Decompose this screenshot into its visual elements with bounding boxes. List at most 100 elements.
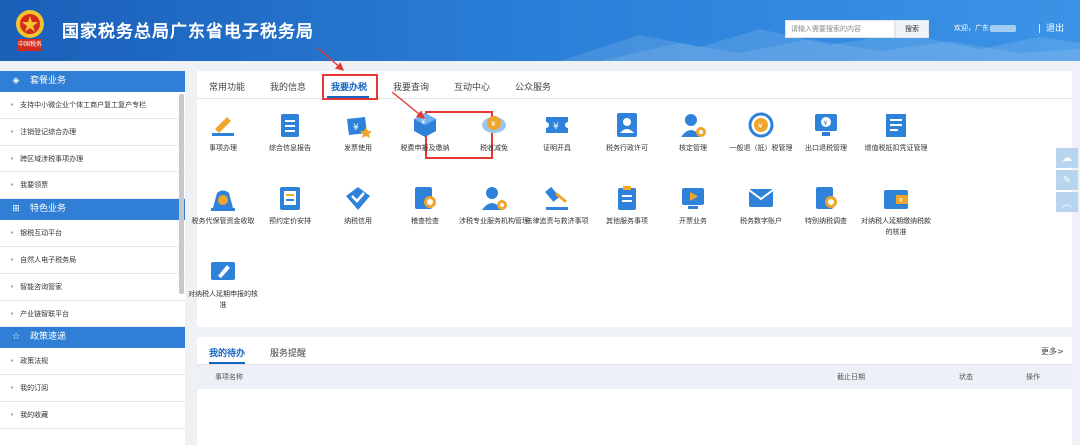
- service-label: 纳税信用: [344, 217, 372, 225]
- svg-text:¥: ¥: [553, 122, 559, 132]
- cube-yuan-icon: ¥: [414, 113, 436, 137]
- service-tile[interactable]: 核定管理: [658, 111, 728, 154]
- sidebar-item[interactable]: • 自然人电子税务局: [0, 247, 185, 274]
- sidebar-item[interactable]: • 我的订阅: [0, 375, 185, 402]
- top-header: 中国税务 国家税务总局广东省电子税务局 请输入需要搜索的内容 搜索 欢迎，广东 …: [0, 0, 1080, 61]
- clipboard-icon: [618, 186, 636, 210]
- service-tile[interactable]: 对纳税人延期申报的核准: [188, 257, 258, 311]
- service-tile[interactable]: 税务代保管资金收取: [188, 184, 258, 227]
- service-tile[interactable]: 预约定价安排: [255, 184, 325, 227]
- service-tile[interactable]: ¥ 对纳税人延期缴纳税款的核准: [861, 184, 931, 238]
- sidebar-item[interactable]: • 跨区域涉税事项办理: [0, 146, 185, 173]
- gavel-icon: [545, 186, 568, 210]
- service-label: 法律追责与救济事项: [525, 217, 589, 225]
- edit-icon[interactable]: ✎: [1056, 170, 1078, 190]
- service-label: 税收减免: [480, 144, 508, 152]
- sidebar-item-label: 政策法规: [20, 357, 49, 366]
- service-tile[interactable]: 稽查检查: [390, 184, 460, 227]
- sidebar-item[interactable]: • 产业链智联平台: [0, 301, 185, 328]
- search-input[interactable]: 请输入需要搜索的内容: [785, 20, 895, 38]
- star-icon: ☆: [11, 332, 21, 343]
- service-tile[interactable]: ¥ 税费申报及缴纳: [390, 111, 460, 154]
- sidebar-item[interactable]: • 智能咨询管家: [0, 274, 185, 301]
- welcome-text: 欢迎，广东: [954, 23, 1016, 33]
- sidebar-item[interactable]: • 银税互动平台: [0, 220, 185, 247]
- service-tile[interactable]: ¥ 证明开具: [522, 111, 592, 154]
- service-label: 发票使用: [344, 144, 372, 152]
- service-tile[interactable]: 其他服务事项: [592, 184, 662, 227]
- service-tile[interactable]: 税务数字账户: [726, 184, 796, 227]
- coin-hand-icon: ¥: [482, 116, 506, 133]
- sidebar-item-label: 支持中小微企业个体工商户复工复产专栏: [20, 101, 147, 109]
- service-label: 其他服务事项: [606, 217, 648, 225]
- tab-my-info[interactable]: 我的信息: [270, 80, 306, 93]
- sidebar-scrollbar[interactable]: [179, 94, 184, 294]
- svg-text:¥: ¥: [421, 118, 426, 126]
- person-gear-icon: [681, 114, 706, 137]
- tab-public-service[interactable]: 公众服务: [515, 80, 551, 93]
- monitor-yuan-icon: ¥: [815, 114, 837, 136]
- sidebar-item[interactable]: • 我的收藏: [0, 402, 185, 429]
- receipt-icon: [886, 114, 906, 137]
- column-header: 状态: [959, 373, 973, 381]
- search-button[interactable]: 搜索: [895, 20, 929, 38]
- service-tile[interactable]: 特别纳税调查: [791, 184, 861, 227]
- service-tile[interactable]: 综合信息报告: [255, 111, 325, 154]
- screen-play-icon: [682, 188, 704, 209]
- active-tab-indicator: [209, 362, 245, 364]
- todo-tab-bar: 我的待办 服务提醒 更多>: [197, 337, 1072, 365]
- refund-cycle-icon: ¥: [748, 112, 774, 138]
- service-tile[interactable]: 法律追责与救济事项: [522, 184, 592, 227]
- service-label: 预约定价安排: [269, 217, 311, 225]
- sidebar-item[interactable]: • 支持中小微企业个体工商户复工复产专栏: [0, 92, 185, 119]
- invoice-icon: ¥: [347, 117, 372, 138]
- sidebar-item[interactable]: • 我要领票: [0, 172, 185, 200]
- svg-text:¥: ¥: [758, 122, 763, 130]
- tab-query[interactable]: 我要查询: [393, 80, 429, 93]
- sidebar-section-package[interactable]: ◈ 套餐业务: [0, 71, 185, 92]
- logout-link[interactable]: | 退出: [1038, 21, 1064, 34]
- sidebar-item[interactable]: • 注销登记综合办理: [0, 119, 185, 146]
- service-tile[interactable]: ¥ 发票使用: [323, 111, 393, 154]
- service-label: 一般退（抵）税管理: [729, 144, 793, 152]
- layers-icon: ◈: [12, 76, 20, 86]
- tab-common[interactable]: 常用功能: [209, 80, 245, 93]
- service-label: 涉税专业服务机构管理: [459, 217, 529, 225]
- service-label: 增值税抵扣凭证管理: [864, 144, 928, 152]
- person-gear-icon: [482, 187, 507, 210]
- todo-table-header: 事项名称 截止日期 状态 操作: [197, 365, 1072, 389]
- diamond-check-icon: [346, 187, 370, 210]
- wallet-yuan-icon: ¥: [884, 190, 908, 209]
- sidebar-item-label: 我要领票: [20, 181, 49, 190]
- svg-text:¥: ¥: [824, 120, 828, 127]
- tab-interaction[interactable]: 互动中心: [454, 80, 490, 93]
- service-tile[interactable]: 事项办理: [188, 111, 258, 154]
- tab-service-reminder[interactable]: 服务提醒: [270, 346, 306, 359]
- service-label: 核定管理: [679, 144, 707, 152]
- blurred-username: [990, 24, 1016, 32]
- service-label: 综合信息报告: [269, 144, 311, 152]
- sidebar-item-label: 跨区域涉税事项办理: [20, 154, 84, 163]
- service-tile[interactable]: 开票业务: [658, 184, 728, 227]
- column-header: 事项名称: [215, 373, 243, 381]
- service-tile[interactable]: ¥ 税收减免: [459, 111, 529, 154]
- chat-icon[interactable]: ☁: [1056, 148, 1078, 168]
- service-tile[interactable]: ¥ 一般退（抵）税管理: [726, 111, 796, 154]
- service-label: 税务代保管资金收取: [191, 217, 255, 225]
- service-tile[interactable]: 纳税信用: [323, 184, 393, 227]
- service-tile[interactable]: 涉税专业服务机构管理: [459, 184, 529, 227]
- service-tile[interactable]: 税务行政许可: [592, 111, 662, 154]
- sidebar-item[interactable]: • 政策法规: [0, 348, 185, 376]
- money-bag-icon: [211, 190, 235, 211]
- tab-my-todo[interactable]: 我的待办: [209, 346, 245, 359]
- service-label: 对纳税人延期申报的核准: [188, 290, 258, 309]
- svg-text:¥: ¥: [491, 120, 496, 128]
- service-tile[interactable]: ¥ 出口退税管理: [791, 111, 861, 154]
- price-doc-icon: [280, 187, 300, 210]
- back-to-top-icon[interactable]: ︿: [1056, 192, 1078, 212]
- service-tile[interactable]: 增值税抵扣凭证管理: [861, 111, 931, 154]
- sidebar-section-policy[interactable]: ☆ 政策速递: [0, 327, 185, 349]
- more-link[interactable]: 更多>: [1041, 346, 1064, 357]
- sidebar: ◈ 套餐业务 • 支持中小微企业个体工商户复工复产专栏 • 注销登记综合办理 • 跨区域…: [0, 71, 185, 445]
- sidebar-section-featured[interactable]: ⊞ 特色业务: [0, 199, 185, 221]
